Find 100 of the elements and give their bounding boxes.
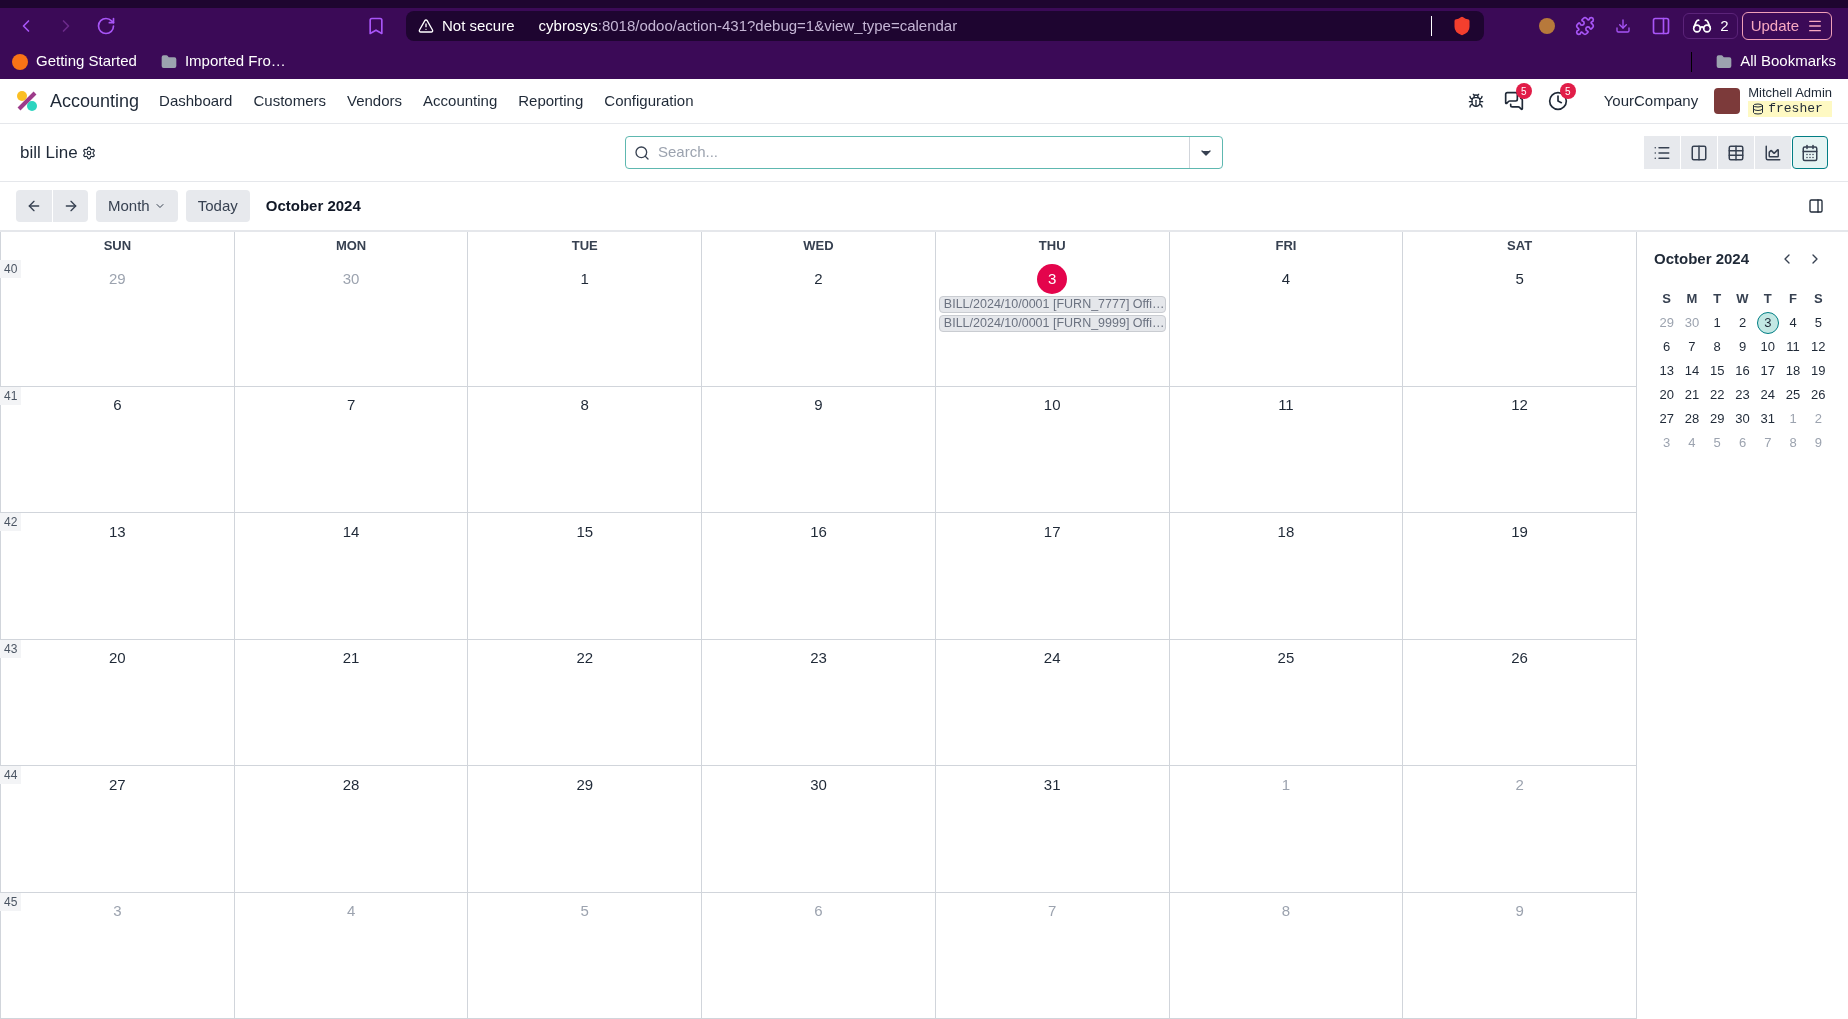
- bookmark-icon[interactable]: [366, 16, 386, 36]
- mini-calendar-day[interactable]: 28: [1684, 408, 1700, 429]
- calendar-event[interactable]: BILL/2024/10/0001 [FURN_7777] Offi…: [938, 296, 1166, 313]
- mini-calendar-day[interactable]: 4: [1789, 312, 1797, 333]
- day-cell[interactable]: 29: [467, 766, 702, 892]
- mini-calendar-day[interactable]: 22: [1709, 384, 1725, 405]
- day-cell[interactable]: 30: [701, 766, 935, 892]
- day-cell[interactable]: 11: [1168, 386, 1403, 512]
- reload-icon[interactable]: [96, 16, 116, 36]
- mini-calendar-day[interactable]: 7: [1688, 336, 1696, 357]
- private-profile-button[interactable]: 2: [1683, 13, 1738, 39]
- day-cell[interactable]: 1: [467, 260, 702, 386]
- day-cell[interactable]: 4: [1168, 260, 1403, 386]
- company-name[interactable]: YourCompany: [1603, 89, 1699, 113]
- update-button[interactable]: Update: [1741, 12, 1832, 40]
- calendar-event[interactable]: BILL/2024/10/0001 [FURN_9999] Offi…: [938, 315, 1166, 332]
- day-cell[interactable]: 5: [1402, 260, 1636, 386]
- day-cell[interactable]: 26: [1402, 639, 1636, 765]
- mini-calendar-day[interactable]: 11: [1786, 336, 1800, 357]
- warning-icon: [418, 18, 434, 34]
- day-number: 15: [576, 521, 594, 542]
- settings-icon[interactable]: [81, 145, 96, 160]
- day-cell[interactable]: 28: [233, 766, 468, 892]
- view-switch-button[interactable]: [1681, 136, 1717, 169]
- bookmark-item[interactable]: All Bookmarks: [1716, 50, 1836, 73]
- day-cell[interactable]: 2: [701, 260, 935, 386]
- day-cell[interactable]: 25: [1168, 639, 1403, 765]
- bookmark-item[interactable]: Getting Started: [12, 50, 137, 73]
- menu-item[interactable]: Dashboard: [159, 89, 233, 113]
- view-switch-button[interactable]: [1792, 136, 1828, 169]
- day-cell[interactable]: 3 BILL/2024/10/0001 [FURN_7777] Offi… BILL/2024/10/0001 [FURN_9999] Offi…: [934, 260, 1169, 386]
- day-cell[interactable]: 15: [467, 513, 702, 639]
- mini-calendar-day[interactable]: 6: [1663, 336, 1671, 357]
- day-cell[interactable]: 17: [934, 513, 1169, 639]
- mini-calendar-day[interactable]: 19: [1811, 360, 1826, 381]
- day-cell[interactable]: 31: [934, 766, 1169, 892]
- mini-calendar-day[interactable]: 23: [1735, 384, 1750, 405]
- mini-calendar-day[interactable]: 21: [1684, 384, 1700, 405]
- menu-item[interactable]: Accounting: [423, 89, 498, 113]
- menu-item[interactable]: Vendors: [347, 89, 403, 113]
- day-cell[interactable]: 23: [701, 639, 935, 765]
- day-cell[interactable]: 22: [467, 639, 702, 765]
- mini-calendar-day[interactable]: 2: [1738, 312, 1747, 333]
- shield-icon[interactable]: [1452, 16, 1472, 36]
- mini-calendar-day[interactable]: 24: [1760, 384, 1775, 405]
- menu-item[interactable]: Customers: [253, 89, 326, 113]
- mini-calendar-day[interactable]: 12: [1811, 336, 1826, 357]
- view-switch-button[interactable]: [1644, 136, 1680, 169]
- mini-calendar-day[interactable]: 10: [1760, 336, 1775, 357]
- mini-calendar-day[interactable]: 8: [1713, 336, 1721, 357]
- mini-calendar-day[interactable]: 9: [1738, 336, 1747, 357]
- bookmark-item[interactable]: Imported Fro…: [160, 50, 286, 73]
- extensions-icon[interactable]: [1575, 16, 1596, 36]
- mini-calendar-day[interactable]: 25: [1785, 384, 1801, 405]
- view-switch-button[interactable]: [1718, 136, 1754, 169]
- day-cell[interactable]: 16: [701, 513, 935, 639]
- sidebar-icon[interactable]: [1651, 16, 1672, 36]
- search-input[interactable]: Search...: [658, 141, 1189, 164]
- day-cell[interactable]: 7: [233, 386, 468, 512]
- mini-calendar-day[interactable]: 18: [1785, 360, 1801, 381]
- day-cell[interactable]: 14: [233, 513, 468, 639]
- day-number: 28: [342, 774, 360, 795]
- day-cell[interactable]: 8: [467, 386, 702, 512]
- mini-calendar-day[interactable]: 3: [1756, 311, 1779, 334]
- mini-calendar-day[interactable]: 30: [1735, 408, 1750, 429]
- avatar-icon[interactable]: [1714, 88, 1741, 114]
- user-name[interactable]: Mitchell Admin: [1748, 84, 1832, 101]
- debug-icon[interactable]: [1467, 93, 1484, 109]
- search-bar[interactable]: Search...: [625, 136, 1223, 169]
- app-name[interactable]: Accounting: [50, 87, 140, 115]
- day-cell[interactable]: 18: [1168, 513, 1403, 639]
- mini-calendar-day[interactable]: 1: [1713, 312, 1721, 333]
- menu-item[interactable]: Reporting: [518, 89, 584, 113]
- mini-calendar-day[interactable]: 13: [1659, 360, 1674, 381]
- day-cell[interactable]: 9: [701, 386, 935, 512]
- next-button[interactable]: [52, 190, 88, 222]
- mini-calendar-day[interactable]: 16: [1735, 360, 1750, 381]
- address-bar[interactable]: Not secure cybrosys:8018/odoo/action-431?debug=1&view_type=calendar: [406, 11, 1484, 41]
- mini-calendar-day[interactable]: 14: [1684, 360, 1700, 381]
- mini-calendar-day[interactable]: 17: [1760, 360, 1775, 381]
- day-cell[interactable]: 19: [1402, 513, 1636, 639]
- scale-dropdown[interactable]: Month: [96, 190, 178, 222]
- day-cell[interactable]: 12: [1402, 386, 1636, 512]
- mini-calendar-day[interactable]: 29: [1709, 408, 1725, 429]
- mini-calendar-day[interactable]: 15: [1709, 360, 1725, 381]
- mini-calendar-day[interactable]: 26: [1811, 384, 1826, 405]
- day-cell[interactable]: 24: [934, 639, 1169, 765]
- day-cell[interactable]: 10: [934, 386, 1169, 512]
- view-switch-button[interactable]: [1755, 136, 1791, 169]
- mini-calendar-day[interactable]: 27: [1659, 408, 1674, 429]
- day-number: 5: [1515, 268, 1524, 289]
- today-button[interactable]: Today: [185, 190, 250, 222]
- mini-calendar-day[interactable]: 31: [1760, 408, 1775, 429]
- previous-button[interactable]: [16, 190, 52, 222]
- day-cell[interactable]: 21: [233, 639, 468, 765]
- side-panel-toggle-icon[interactable]: [1808, 198, 1824, 214]
- mini-calendar-day[interactable]: 20: [1659, 384, 1674, 405]
- download-icon[interactable]: [1615, 18, 1632, 34]
- menu-item[interactable]: Configuration: [604, 89, 694, 113]
- mini-calendar-day[interactable]: 5: [1814, 312, 1822, 333]
